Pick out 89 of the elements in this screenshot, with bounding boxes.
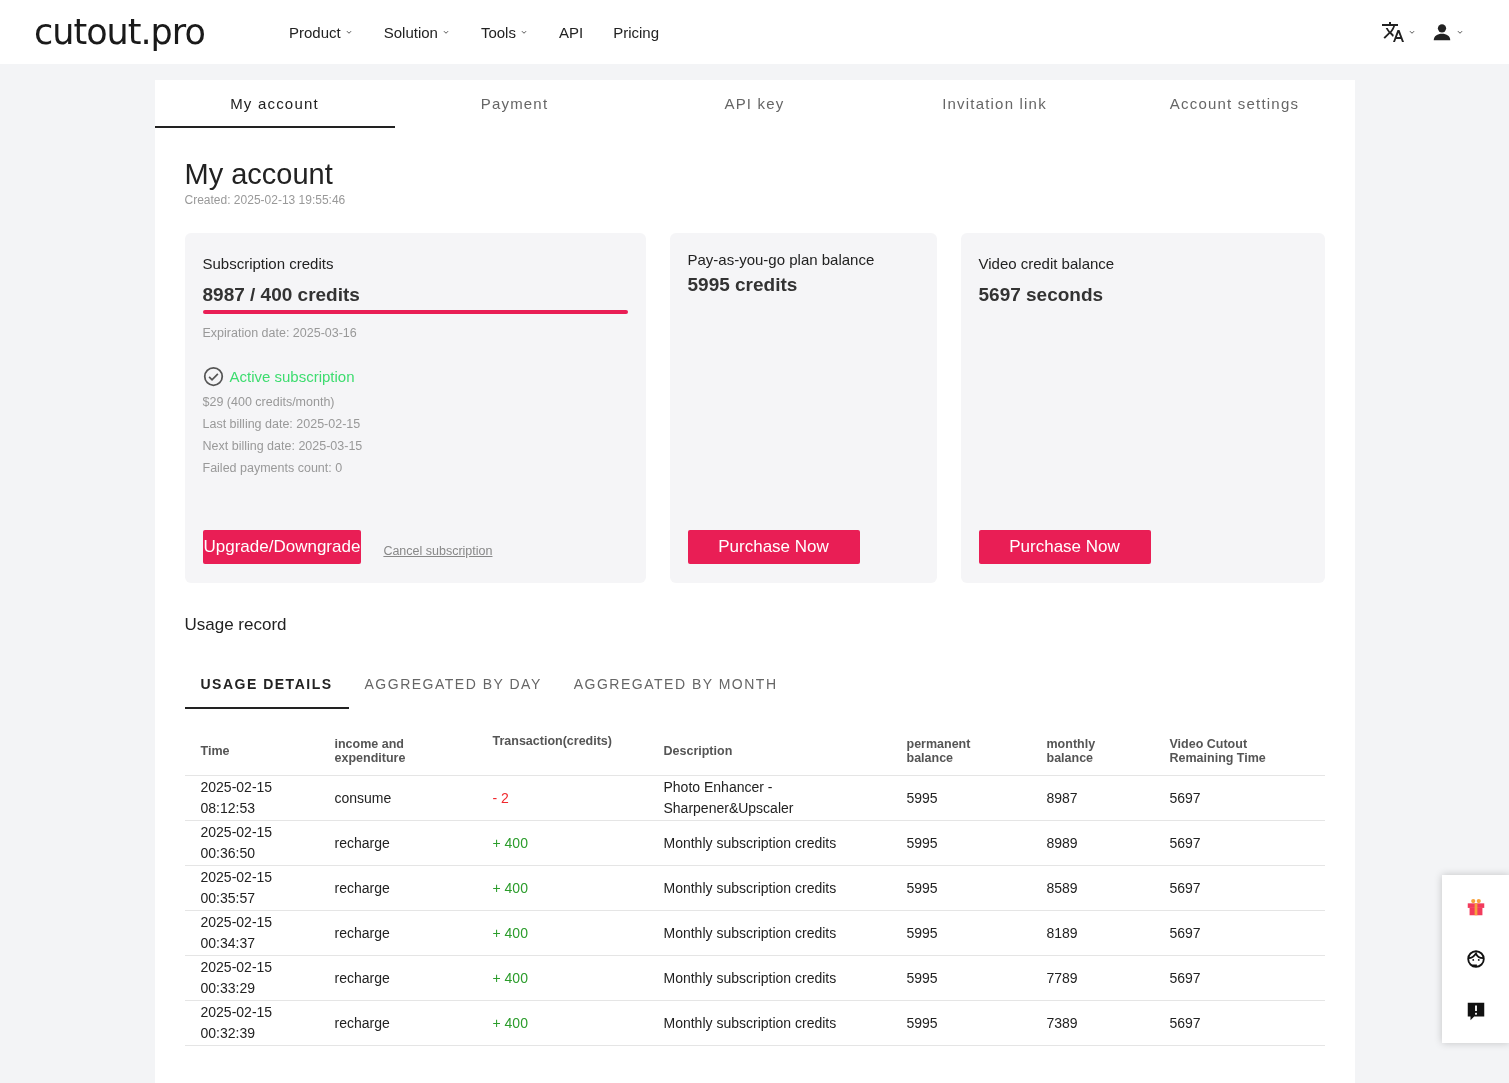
table-cell: + 400 xyxy=(476,865,648,911)
subscription-detail: Next billing date: 2025-03-15 xyxy=(202,439,364,453)
table-cell: 2025-02-15 00:34:37 xyxy=(184,910,319,956)
table-cell: recharge xyxy=(318,910,477,956)
table-cell: 8989 xyxy=(1030,820,1154,866)
table-cell: 5697 xyxy=(1153,1000,1325,1046)
purchase-button[interactable]: Purchase Now xyxy=(978,530,1151,564)
table-cell: 7389 xyxy=(1030,1000,1154,1046)
feedback-icon xyxy=(1465,1000,1487,1022)
tab[interactable]: AGGREGATED BY DAY xyxy=(348,661,558,709)
nav-link[interactable]: Solution xyxy=(383,23,451,41)
translate-icon xyxy=(1381,20,1405,44)
table-cell: Monthly subscription credits xyxy=(647,1000,891,1046)
nav-link[interactable]: API xyxy=(558,23,584,41)
table-cell: Photo Enhancer - Sharpener&Upscaler xyxy=(647,775,891,821)
table-cell: recharge xyxy=(318,820,477,866)
table-cell: 8589 xyxy=(1030,865,1154,911)
logo[interactable]: cutout.pro xyxy=(34,12,214,52)
tab[interactable]: Payment xyxy=(394,80,635,128)
subscription-detail: $29 (400 credits/month) xyxy=(202,395,336,409)
table-cell: 2025-02-15 08:12:53 xyxy=(184,775,319,821)
upgrade-button[interactable]: Upgrade/Downgrade xyxy=(202,530,362,564)
subscription-status: Active subscription xyxy=(229,368,355,385)
column-header: Transaction(credits) xyxy=(476,727,648,776)
table-cell: 5995 xyxy=(890,775,1031,821)
tab[interactable]: USAGE DETAILS xyxy=(184,661,349,709)
cancel-link[interactable]: Cancel subscription xyxy=(383,544,493,558)
table-cell: 5995 xyxy=(890,865,1031,911)
headset-icon xyxy=(1465,948,1487,970)
table-cell: 2025-02-15 00:33:29 xyxy=(184,955,319,1001)
table-cell: recharge xyxy=(318,955,477,1001)
table-cell: 8987 xyxy=(1030,775,1154,821)
table-cell: 5697 xyxy=(1153,775,1325,821)
table-cell: consume xyxy=(318,775,477,821)
table-cell: + 400 xyxy=(476,955,648,1001)
tab[interactable]: Account settings xyxy=(1114,80,1355,128)
purchase-button[interactable]: Purchase Now xyxy=(687,530,860,564)
user-icon xyxy=(1431,21,1453,43)
nav-link[interactable]: Tools xyxy=(480,23,529,41)
table-cell: 7789 xyxy=(1030,955,1154,1001)
table-cell: 5697 xyxy=(1153,865,1325,911)
table-cell: 5697 xyxy=(1153,955,1325,1001)
table-cell: recharge xyxy=(318,1000,477,1046)
table-cell: + 400 xyxy=(476,1000,648,1046)
table-cell: + 400 xyxy=(476,910,648,956)
language-button[interactable] xyxy=(1381,20,1417,44)
table-cell: + 400 xyxy=(476,820,648,866)
column-header: Time xyxy=(184,727,319,776)
balance-amount: 5995 credits xyxy=(687,274,799,296)
column-header: permanent balance xyxy=(890,727,1031,776)
created-date: Created: 2025-02-13 19:55:46 xyxy=(184,193,347,207)
card-label: Video credit balance xyxy=(978,255,1116,272)
table-cell: 5697 xyxy=(1153,820,1325,866)
table-cell: 5697 xyxy=(1153,910,1325,956)
table-cell: - 2 xyxy=(476,775,648,821)
subscription-detail: Last billing date: 2025-02-15 xyxy=(202,417,362,431)
card-label: Pay-as-you-go plan balance xyxy=(687,251,876,268)
page-title: My account xyxy=(184,158,334,191)
table-cell: 5995 xyxy=(890,820,1031,866)
table-cell: 2025-02-15 00:36:50 xyxy=(184,820,319,866)
table-cell: 5995 xyxy=(890,1000,1031,1046)
table-cell: 5995 xyxy=(890,910,1031,956)
column-header: Description xyxy=(647,727,891,776)
tab[interactable]: AGGREGATED BY MONTH xyxy=(557,661,794,709)
expiration-date: Expiration date: 2025-03-16 xyxy=(202,326,358,340)
section-title: Usage record xyxy=(184,615,288,635)
table-cell: Monthly subscription credits xyxy=(647,910,891,956)
table-cell: Monthly subscription credits xyxy=(647,955,891,1001)
gift-icon xyxy=(1465,896,1487,918)
tab[interactable]: API key xyxy=(634,80,875,128)
table-cell: Monthly subscription credits xyxy=(647,820,891,866)
card-label: Subscription credits xyxy=(202,255,335,272)
credits-amount: 8987 / 400 credits xyxy=(202,284,361,306)
tab[interactable]: Invitation link xyxy=(874,80,1115,128)
table-cell: 2025-02-15 00:35:57 xyxy=(184,865,319,911)
table-cell: 2025-02-15 00:32:39 xyxy=(184,1000,319,1046)
tab[interactable]: My account xyxy=(154,80,395,128)
table-cell: Monthly subscription credits xyxy=(647,865,891,911)
table-cell: 8189 xyxy=(1030,910,1154,956)
table-cell: 5995 xyxy=(890,955,1031,1001)
column-header: Video Cutout Remaining Time xyxy=(1153,727,1325,776)
nav-link[interactable]: Product xyxy=(289,23,354,41)
nav-link[interactable]: Pricing xyxy=(613,23,659,41)
column-header: income and expenditure xyxy=(318,727,477,776)
subscription-detail: Failed payments count: 0 xyxy=(202,461,344,475)
table-cell: recharge xyxy=(318,865,477,911)
balance-amount: 5697 seconds xyxy=(978,284,1105,306)
check-circle-icon xyxy=(202,366,224,387)
column-header: monthly balance xyxy=(1030,727,1154,776)
